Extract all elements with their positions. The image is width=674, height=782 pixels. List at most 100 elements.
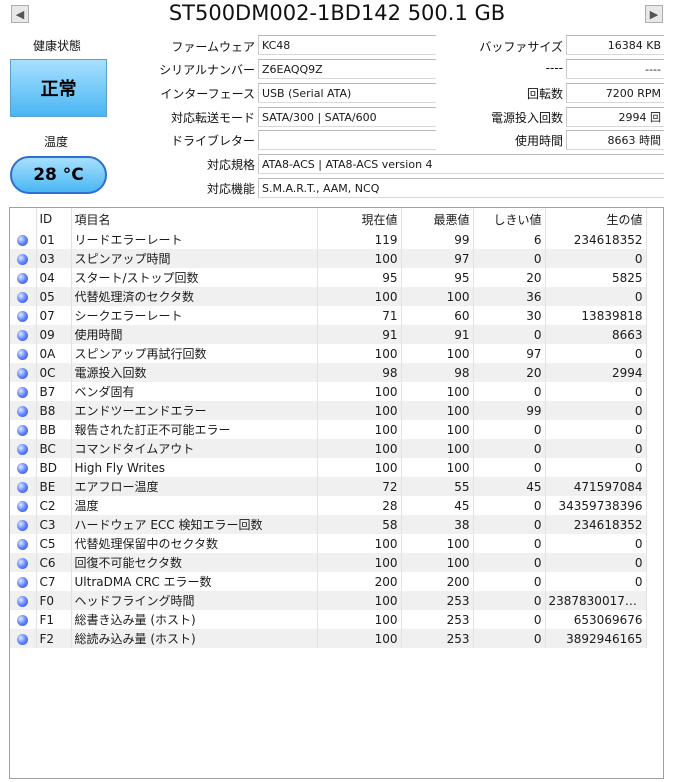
cell-worst: 100 [401,458,474,477]
blank-right-value: ---- [566,59,664,79]
cell-name: ハードウェア ECC 検知エラー回数 [71,515,318,534]
cell-id: C5 [36,534,72,553]
cell-current: 100 [317,344,402,363]
cell-raw: 0 [545,420,647,439]
status-good-icon [17,272,29,284]
cell-current: 100 [317,287,402,306]
cell-worst: 95 [401,268,474,287]
interface-label: インターフェース [160,87,255,101]
table-header-row: ID 項目名 現在値 最悪値 しきい値 生の値 [10,208,647,230]
table-row[interactable]: BE エアフロー温度 72 55 45 471597084 [10,477,647,496]
cell-worst: 100 [401,534,474,553]
table-row[interactable]: B7 ベンダ固有 100 100 0 0 [10,382,647,401]
cell-threshold: 0 [473,496,546,515]
header-raw[interactable]: 生の値 [545,208,647,230]
table-row[interactable]: B8 エンドツーエンドエラー 100 100 99 0 [10,401,647,420]
cell-name: 総書き込み量 (ホスト) [71,610,318,629]
features-value: S.M.A.R.T., AAM, NCQ [258,178,664,198]
status-good-icon [17,234,29,246]
cell-status [10,477,37,496]
table-row[interactable]: C3 ハードウェア ECC 検知エラー回数 58 38 0 234618352 [10,515,647,534]
health-label: 健康状態 [33,39,82,53]
table-row[interactable]: BC コマンドタイムアウト 100 100 0 0 [10,439,647,458]
cell-worst: 55 [401,477,474,496]
temperature-button[interactable]: 28 °C [10,156,107,194]
rotation-rate-label: 回転数 [526,87,563,101]
cell-worst: 100 [401,287,474,306]
table-row[interactable]: 0A スピンアップ再試行回数 100 100 97 0 [10,344,647,363]
table-row[interactable]: F0 ヘッドフライング時間 100 253 0 238783001797... [10,591,647,610]
health-status-button[interactable]: 正常 [10,59,107,117]
cell-worst: 100 [401,553,474,572]
cell-status [10,420,37,439]
cell-name: リードエラーレート [71,230,318,249]
cell-threshold: 0 [473,572,546,591]
header-status-icon[interactable] [10,208,37,230]
drive-letter-label: ドライブレター [170,134,255,148]
next-disk-button[interactable]: ▶ [645,5,663,23]
header-current[interactable]: 現在値 [317,208,402,230]
cell-name: 使用時間 [71,325,318,344]
serial-label: シリアルナンバー [159,63,255,77]
table-row[interactable]: C7 UltraDMA CRC エラー数 200 200 0 0 [10,572,647,591]
header-name[interactable]: 項目名 [71,208,318,230]
table-row[interactable]: F1 総書き込み量 (ホスト) 100 253 0 653069676 [10,610,647,629]
cell-worst: 99 [401,230,474,249]
cell-id: 01 [36,230,72,249]
table-row[interactable]: F2 総読み込み量 (ホスト) 100 253 0 3892946165 [10,629,647,648]
header-threshold[interactable]: しきい値 [473,208,546,230]
header-id[interactable]: ID [36,208,72,230]
cell-name: スピンアップ時間 [71,249,318,268]
cell-current: 58 [317,515,402,534]
disk-title: ST500DM002-1BD142 500.1 GB [168,1,506,25]
cell-id: B7 [36,382,72,401]
status-good-icon [17,519,29,531]
cell-threshold: 0 [473,325,546,344]
firmware-label: ファームウェア [171,40,255,54]
cell-status [10,496,37,515]
cell-status [10,344,37,363]
table-row[interactable]: 07 シークエラーレート 71 60 30 13839818 [10,306,647,325]
cell-raw: 234618352 [545,515,647,534]
cell-raw: 34359738396 [545,496,647,515]
table-row[interactable]: 09 使用時間 91 91 0 8663 [10,325,647,344]
table-row[interactable]: BB 報告された訂正不可能エラー 100 100 0 0 [10,420,647,439]
table-row[interactable]: C2 温度 28 45 0 34359738396 [10,496,647,515]
status-good-icon [17,424,29,436]
cell-id: C3 [36,515,72,534]
cell-current: 200 [317,572,402,591]
cell-current: 100 [317,591,402,610]
cell-raw: 238783001797... [545,591,647,610]
cell-raw: 5825 [545,268,647,287]
table-row[interactable]: 0C 電源投入回数 98 98 20 2994 [10,363,647,382]
table-row[interactable]: C6 回復不可能セクタ数 100 100 0 0 [10,553,647,572]
cell-current: 100 [317,610,402,629]
cell-name: 電源投入回数 [71,363,318,382]
cell-status [10,363,37,382]
cell-name: スタート/ストップ回数 [71,268,318,287]
cell-threshold: 0 [473,610,546,629]
cell-worst: 98 [401,363,474,382]
header-worst[interactable]: 最悪値 [401,208,474,230]
cell-worst: 200 [401,572,474,591]
cell-threshold: 99 [473,401,546,420]
status-good-icon [17,291,29,303]
cell-current: 100 [317,420,402,439]
table-row[interactable]: BD High Fly Writes 100 100 0 0 [10,458,647,477]
cell-name: スピンアップ再試行回数 [71,344,318,363]
smart-attributes-table[interactable]: ID 項目名 現在値 最悪値 しきい値 生の値 01 リードエラーレート 119 99… [9,207,664,779]
cell-worst: 97 [401,249,474,268]
cell-threshold: 36 [473,287,546,306]
table-row[interactable]: 03 スピンアップ時間 100 97 0 0 [10,249,647,268]
drive-letter-value [258,130,436,150]
table-row[interactable]: 04 スタート/ストップ回数 95 95 20 5825 [10,268,647,287]
table-row[interactable]: 01 リードエラーレート 119 99 6 234618352 [10,230,647,249]
cell-status [10,572,37,591]
cell-name: 温度 [71,496,318,515]
cell-threshold: 97 [473,344,546,363]
cell-worst: 100 [401,401,474,420]
cell-name: 代替処理保留中のセクタ数 [71,534,318,553]
table-row[interactable]: 05 代替処理済のセクタ数 100 100 36 0 [10,287,647,306]
status-good-icon [17,633,29,645]
table-row[interactable]: C5 代替処理保留中のセクタ数 100 100 0 0 [10,534,647,553]
